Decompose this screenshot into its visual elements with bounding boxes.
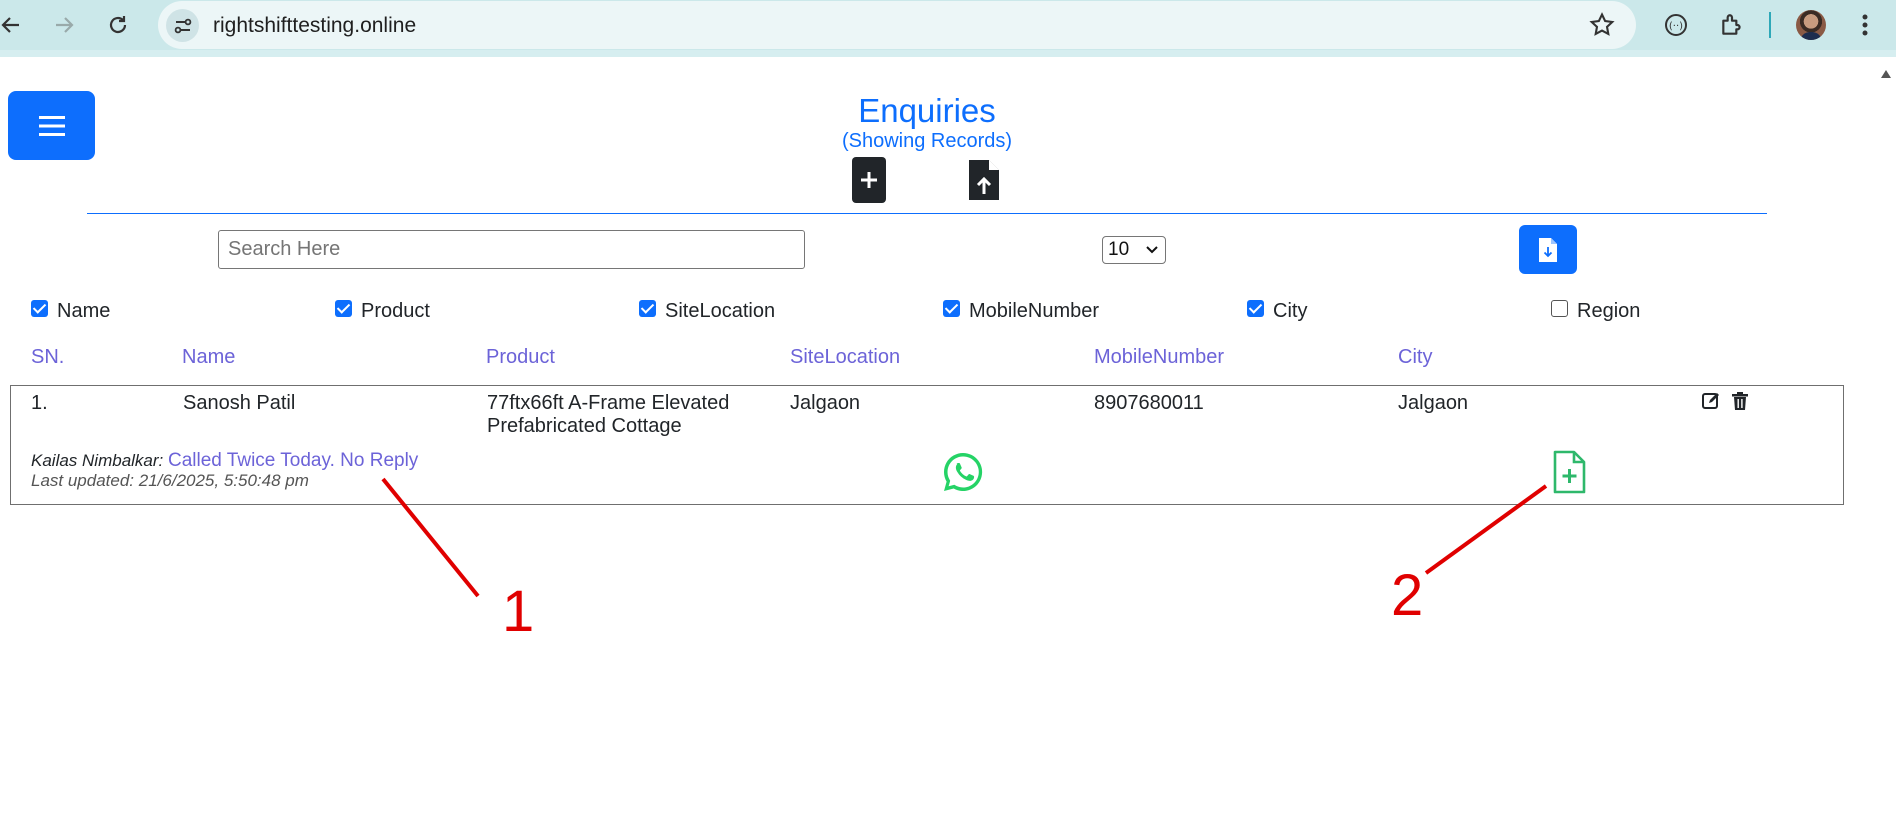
annotation-arrow-1 — [381, 477, 480, 598]
annotation-arrow-2 — [1424, 484, 1548, 575]
annotation-label-1: 1 — [502, 579, 535, 644]
annotation-label-2: 2 — [1391, 563, 1424, 628]
annotation-overlay — [381, 477, 1548, 598]
